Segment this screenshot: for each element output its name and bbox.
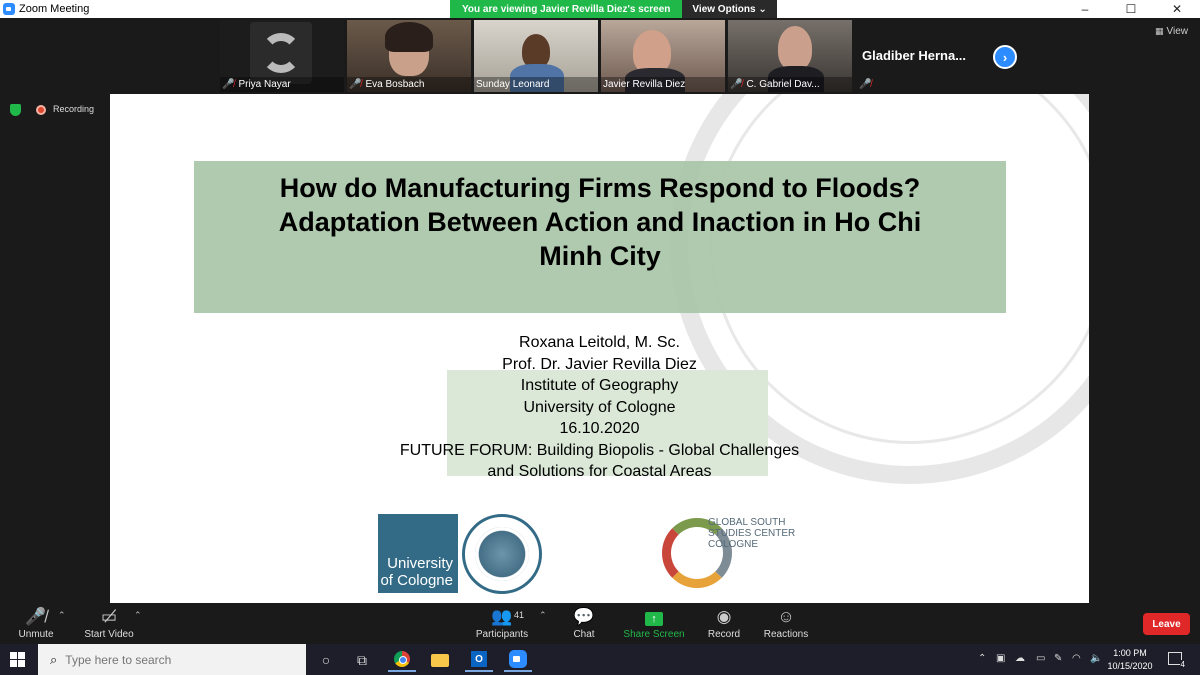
avatar	[250, 22, 312, 84]
start-video-button[interactable]: ▭̸ Start Video	[82, 604, 136, 644]
tray-overflow-icon[interactable]: ⌃	[978, 653, 986, 664]
global-south-logo-text: GLOBAL SOUTH STUDIES CENTER COLOGNE	[708, 517, 796, 550]
title-bar: Zoom Meeting You are viewing Javier Revi…	[0, 0, 1200, 18]
muted-mic-icon: 🎤̸	[222, 79, 235, 90]
meeting-toolbar: 🎤̸ Unmute ⌃ ▭̸ Start Video ⌃ 👥 Participa…	[0, 604, 1200, 644]
muted-mic-icon: 🎤̸	[349, 79, 362, 90]
muted-mic-icon: 🎤̸	[859, 79, 872, 90]
participant-video	[522, 34, 550, 68]
volume-icon[interactable]: 🔈	[1090, 653, 1102, 664]
grid-icon: ▦	[1155, 26, 1164, 36]
muted-mic-icon: 🎤̸	[730, 79, 743, 90]
notification-count: 4	[1179, 660, 1186, 669]
zoom-taskbar-icon[interactable]	[504, 648, 532, 672]
outlook-taskbar-icon[interactable]: O	[465, 648, 493, 672]
slide-authors: Roxana Leitold, M. Sc. Prof. Dr. Javier …	[399, 334, 800, 480]
participant-strip: 🎤̸ Priya Nayar 🎤̸ Eva Bosbach Sunday Leona…	[220, 20, 855, 92]
chat-button[interactable]: 💬 Chat	[568, 604, 600, 644]
tray-app-icon[interactable]: ▣	[996, 653, 1005, 664]
minimize-button[interactable]: –	[1062, 0, 1108, 18]
video-off-icon: ▭̸	[100, 607, 118, 626]
window-title: Zoom Meeting	[19, 3, 90, 15]
wifi-icon[interactable]: ◠	[1072, 653, 1081, 664]
slide-title: How do Manufacturing Firms Respond to Fl…	[278, 173, 922, 271]
participant-name: C. Gabriel Dav...	[746, 79, 820, 90]
participant-name: Javier Revilla Diez	[603, 79, 686, 90]
participants-icon: 👥	[491, 607, 513, 626]
leave-button[interactable]: Leave	[1143, 613, 1190, 635]
task-view-icon[interactable]: ⧉	[348, 648, 376, 672]
record-button[interactable]: ◉ Record	[705, 604, 743, 644]
taskbar-search[interactable]: ⌕	[38, 644, 306, 675]
zoom-app-icon	[3, 3, 15, 15]
participant-tile[interactable]: Sunday Leonard	[474, 20, 598, 92]
participant-name: Eva Bosbach	[365, 79, 425, 90]
search-icon: ⌕	[50, 651, 58, 667]
cortana-icon[interactable]: ○	[312, 648, 340, 672]
chat-icon: 💬	[573, 607, 595, 626]
close-button[interactable]: ✕	[1154, 0, 1200, 18]
security-shield-icon[interactable]	[10, 104, 21, 116]
participant-tile[interactable]: 🎤̸ Priya Nayar	[220, 20, 344, 92]
taskbar-clock[interactable]: 1:00 PM 10/15/2020	[1105, 647, 1155, 673]
view-options-button[interactable]: View Options ⌄	[682, 0, 777, 18]
university-of-cologne-logo: University of Cologne	[378, 514, 458, 593]
participants-options-caret[interactable]: ⌃	[539, 610, 547, 621]
participant-tile[interactable]: 🎤̸ Eva Bosbach	[347, 20, 471, 92]
viewing-message: You are viewing Javier Revilla Diez's sc…	[450, 0, 683, 18]
onedrive-icon[interactable]: ☁	[1015, 653, 1025, 664]
shared-screen-slide: How do Manufacturing Firms Respond to Fl…	[110, 94, 1089, 603]
chrome-taskbar-icon[interactable]	[388, 648, 416, 672]
participant-name: Gladiber Herna...	[862, 48, 967, 63]
viewing-banner: You are viewing Javier Revilla Diez's sc…	[450, 0, 777, 18]
meeting-area: 🎤̸ Priya Nayar 🎤̸ Eva Bosbach Sunday Leona…	[0, 18, 1200, 604]
participant-count: 41	[514, 610, 525, 620]
recording-icon	[36, 105, 46, 115]
battery-icon[interactable]: ▭	[1036, 653, 1045, 664]
video-options-caret[interactable]: ⌃	[134, 610, 142, 621]
maximize-button[interactable]: ☐	[1108, 0, 1154, 18]
search-input[interactable]	[65, 652, 286, 667]
muted-mic-icon: 🎤̸	[25, 607, 47, 626]
share-screen-button[interactable]: ↑ Share Screen	[623, 604, 685, 644]
participant-hair	[385, 22, 433, 52]
participant-video	[778, 26, 812, 70]
file-explorer-icon[interactable]	[426, 648, 454, 672]
university-seal-logo	[462, 514, 542, 594]
participant-tile[interactable]: Javier Revilla Diez	[601, 20, 725, 92]
record-icon: ◉	[716, 607, 732, 626]
view-label: View	[1166, 26, 1189, 37]
audio-options-caret[interactable]: ⌃	[58, 610, 66, 621]
windows-taskbar: ⌕ ○ ⧉ O ⌃ ▣ ☁ ▭ ✎ ◠ 🔈 1:00 PM 10/15/2020…	[0, 644, 1200, 675]
notification-center-icon[interactable]: 4	[1168, 652, 1186, 669]
participant-name: Sunday Leonard	[476, 79, 550, 90]
pen-icon[interactable]: ✎	[1054, 653, 1062, 664]
unmute-button[interactable]: 🎤̸ Unmute	[14, 604, 58, 644]
reactions-icon: ☺	[777, 607, 795, 626]
windows-start-icon[interactable]	[10, 652, 25, 667]
recording-label: Recording	[53, 104, 95, 114]
share-screen-icon: ↑	[645, 612, 663, 626]
view-button[interactable]: ▦ View	[1155, 26, 1188, 37]
participant-tile-name-only[interactable]: Gladiber Herna... 🎤̸	[855, 20, 979, 92]
participant-name: Priya Nayar	[238, 79, 291, 90]
next-participants-button[interactable]: ›	[993, 45, 1017, 69]
reactions-button[interactable]: ☺ Reactions	[763, 604, 809, 644]
participant-tile[interactable]: 🎤̸ C. Gabriel Dav...	[728, 20, 852, 92]
